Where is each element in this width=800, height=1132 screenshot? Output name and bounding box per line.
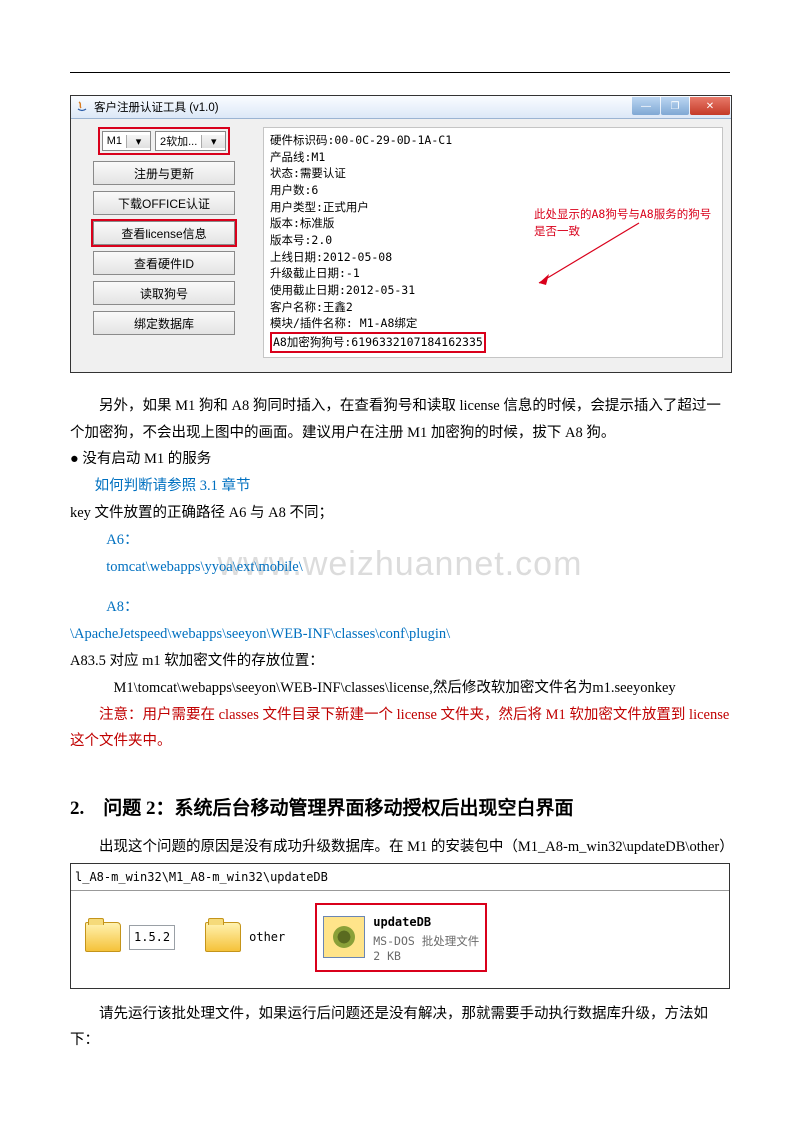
gear-icon [333,926,355,948]
info-pane: 硬件标识码:00-0C-29-0D-1A-C1 产品线:M1 状态:需要认证 用… [263,127,723,358]
folder-label: other [249,926,285,948]
info-line: 硬件标识码:00-0C-29-0D-1A-C1 [270,132,716,149]
mode-combo[interactable]: 2软加...▾ [155,131,226,151]
close-button[interactable]: ✕ [690,97,730,115]
updatedb-file-highlight[interactable]: updateDB MS-DOS 批处理文件 2 KB [315,903,487,971]
folder-icon [205,922,241,952]
product-combo[interactable]: M1▾ [102,131,151,151]
view-license-button[interactable]: 查看license信息 [93,221,235,245]
view-hwid-button[interactable]: 查看硬件ID [93,251,235,275]
paragraph: 另外，如果 M1 狗和 A8 狗同时插入，在查看狗号和读取 license 信息… [70,393,730,447]
file-size: 2 KB [373,949,479,964]
minimize-button[interactable]: — [632,97,660,115]
section-heading: 2. 问题 2：系统后台移动管理界面移动授权后出现空白界面 [70,791,730,826]
a6-path: tomcat\webapps\yyoa\ext\mobile\ [70,554,730,581]
register-button[interactable]: 注册与更新 [93,161,235,185]
read-dog-button[interactable]: 读取狗号 [93,281,235,305]
bullet-item: 没有启动 M1 的服务 [70,446,730,473]
a6-label: A6： [70,527,730,554]
info-line: 使用截止日期:2012-05-31 [270,282,716,299]
paragraph: A83.5 对应 m1 软加密文件的存放位置： [70,648,730,675]
combo-row-highlight: M1▾ 2软加...▾ [98,127,231,155]
info-line: 用户数:6 [270,182,716,199]
annotation-arrow-icon [529,218,649,293]
info-line: 客户名称:王鑫2 [270,299,716,316]
info-line: 产品线:M1 [270,149,716,166]
maximize-button[interactable]: ❐ [661,97,689,115]
left-controls: M1▾ 2软加...▾ 注册与更新 下载OFFICE认证 查看license信息… [79,127,249,358]
window-title: 客户注册认证工具 (v1.0) [94,99,632,115]
paragraph: key 文件放置的正确路径 A6 与 A8 不同； [70,500,730,527]
mode-combo-value: 2软加... [156,133,201,149]
page-top-rule [70,72,730,73]
folder-icon [85,922,121,952]
paragraph: 出现这个问题的原因是没有成功升级数据库。在 M1 的安装包中（M1_A8-m_w… [70,834,730,861]
title-bar: 客户注册认证工具 (v1.0) — ❐ ✕ [71,96,731,119]
file-type: MS-DOS 批处理文件 [373,934,479,949]
info-line: 升级截止日期:-1 [270,265,716,282]
download-office-button[interactable]: 下载OFFICE认证 [93,191,235,215]
note-text: 注意：用户需要在 classes 文件目录下新建一个 license 文件夹，然… [70,702,730,756]
bind-db-button[interactable]: 绑定数据库 [93,311,235,335]
product-combo-value: M1 [103,135,126,147]
info-line: 模块/插件名称: M1-A8绑定 [270,315,716,332]
explorer-screenshot: l_A8-m_win32\M1_A8-m_win32\updateDB 1.5.… [70,863,730,988]
app-window: 客户注册认证工具 (v1.0) — ❐ ✕ M1▾ 2软加...▾ 注册与更新 … [70,95,732,373]
a8-path: \ApacheJetspeed\webapps\seeyon\WEB-INF\c… [70,621,730,648]
address-bar: l_A8-m_win32\M1_A8-m_win32\updateDB [71,864,729,891]
paragraph: 请先运行该批处理文件，如果运行后问题还是没有解决，那就需要手动执行数据库升级，方… [70,1001,730,1055]
batch-file-icon [323,916,365,958]
java-icon [74,99,90,115]
a8-dog-highlight: A8加密狗狗号:6196332107184162335 [270,332,486,353]
folder-item[interactable]: 1.5.2 [85,922,175,952]
path-text: M1\tomcat\webapps\seeyon\WEB-INF\classes… [70,675,730,702]
document-body: 另外，如果 M1 狗和 A8 狗同时插入，在查看狗号和读取 license 信息… [70,393,730,1054]
a8-label: A8： [70,594,730,621]
file-name: updateDB [373,911,479,933]
folder-label: 1.5.2 [129,925,175,949]
link-text: 如何判断请参照 3.1 章节 [70,473,730,500]
folder-item[interactable]: other [205,922,285,952]
chevron-down-icon: ▾ [126,135,150,148]
info-line: 状态:需要认证 [270,165,716,182]
chevron-down-icon: ▾ [201,135,225,148]
info-line: 上线日期:2012-05-08 [270,249,716,266]
